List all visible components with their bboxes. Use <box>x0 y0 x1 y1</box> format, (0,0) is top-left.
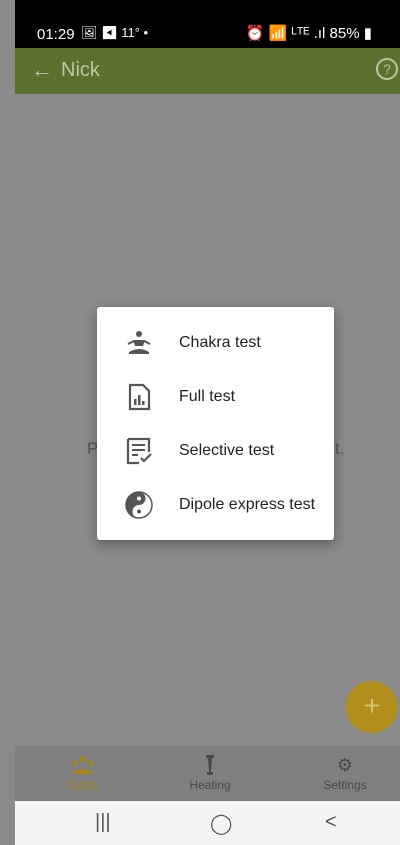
app-bar: ← Nick ? <box>15 48 400 94</box>
recents-button[interactable]: ||| <box>95 811 111 834</box>
menu-item-label: Dipole express test <box>179 496 316 513</box>
page-title: Nick <box>61 59 100 81</box>
help-icon[interactable]: ? <box>376 58 398 80</box>
battery-level: 85% <box>329 25 360 42</box>
report-icon <box>128 383 151 411</box>
test-type-dialog: Chakra test Full test Selective test Dip… <box>97 307 334 540</box>
people-icon <box>71 756 95 774</box>
meditation-icon <box>127 331 151 354</box>
bottom-navigation: Cards Heating ⚙ Settings <box>15 746 400 801</box>
heater-icon <box>206 755 214 775</box>
back-button[interactable]: < <box>325 811 337 834</box>
system-navigation-bar: ||| ◯ < <box>15 801 400 845</box>
menu-item-selective-test[interactable]: Selective test <box>97 425 334 477</box>
menu-item-full-test[interactable]: Full test <box>97 371 334 423</box>
status-time: 01:29 <box>37 26 75 43</box>
menu-item-chakra-test[interactable]: Chakra test <box>97 317 334 369</box>
nav-label: Settings <box>323 778 367 792</box>
gear-icon: ⚙ <box>336 755 354 775</box>
nav-label: Heating <box>189 778 231 792</box>
checklist-icon <box>126 437 152 465</box>
home-button[interactable]: ◯ <box>210 811 232 836</box>
menu-item-label: Chakra test <box>179 334 261 351</box>
add-fab-button[interactable]: + <box>346 681 398 733</box>
menu-item-label: Full test <box>179 388 236 405</box>
nav-label: Cards <box>66 778 99 792</box>
menu-item-dipole-express-test[interactable]: Dipole express test <box>97 479 334 531</box>
back-arrow-icon[interactable]: ← <box>31 57 53 83</box>
battery-icon: ▮ <box>363 25 372 42</box>
nav-tab-settings[interactable]: ⚙ Settings <box>295 746 395 801</box>
hint-text-end: t. <box>335 439 345 458</box>
notification-icons: 🖼 ◀ 11° • <box>81 25 149 40</box>
status-bar: 01:29 🖼 ◀ 11° • ⏰ 📶 ᴸᵀᴱ .ıl 85% ▮ <box>15 0 400 48</box>
status-right: ⏰ 📶 ᴸᵀᴱ .ıl 85% ▮ <box>246 24 372 42</box>
nav-tab-heating[interactable]: Heating <box>160 746 260 801</box>
signal-icons: ⏰ 📶 ᴸᵀᴱ .ıl <box>245 25 326 42</box>
menu-item-label: Selective test <box>179 442 275 459</box>
yin-yang-icon <box>125 491 153 519</box>
nav-tab-cards[interactable]: Cards <box>33 746 133 801</box>
